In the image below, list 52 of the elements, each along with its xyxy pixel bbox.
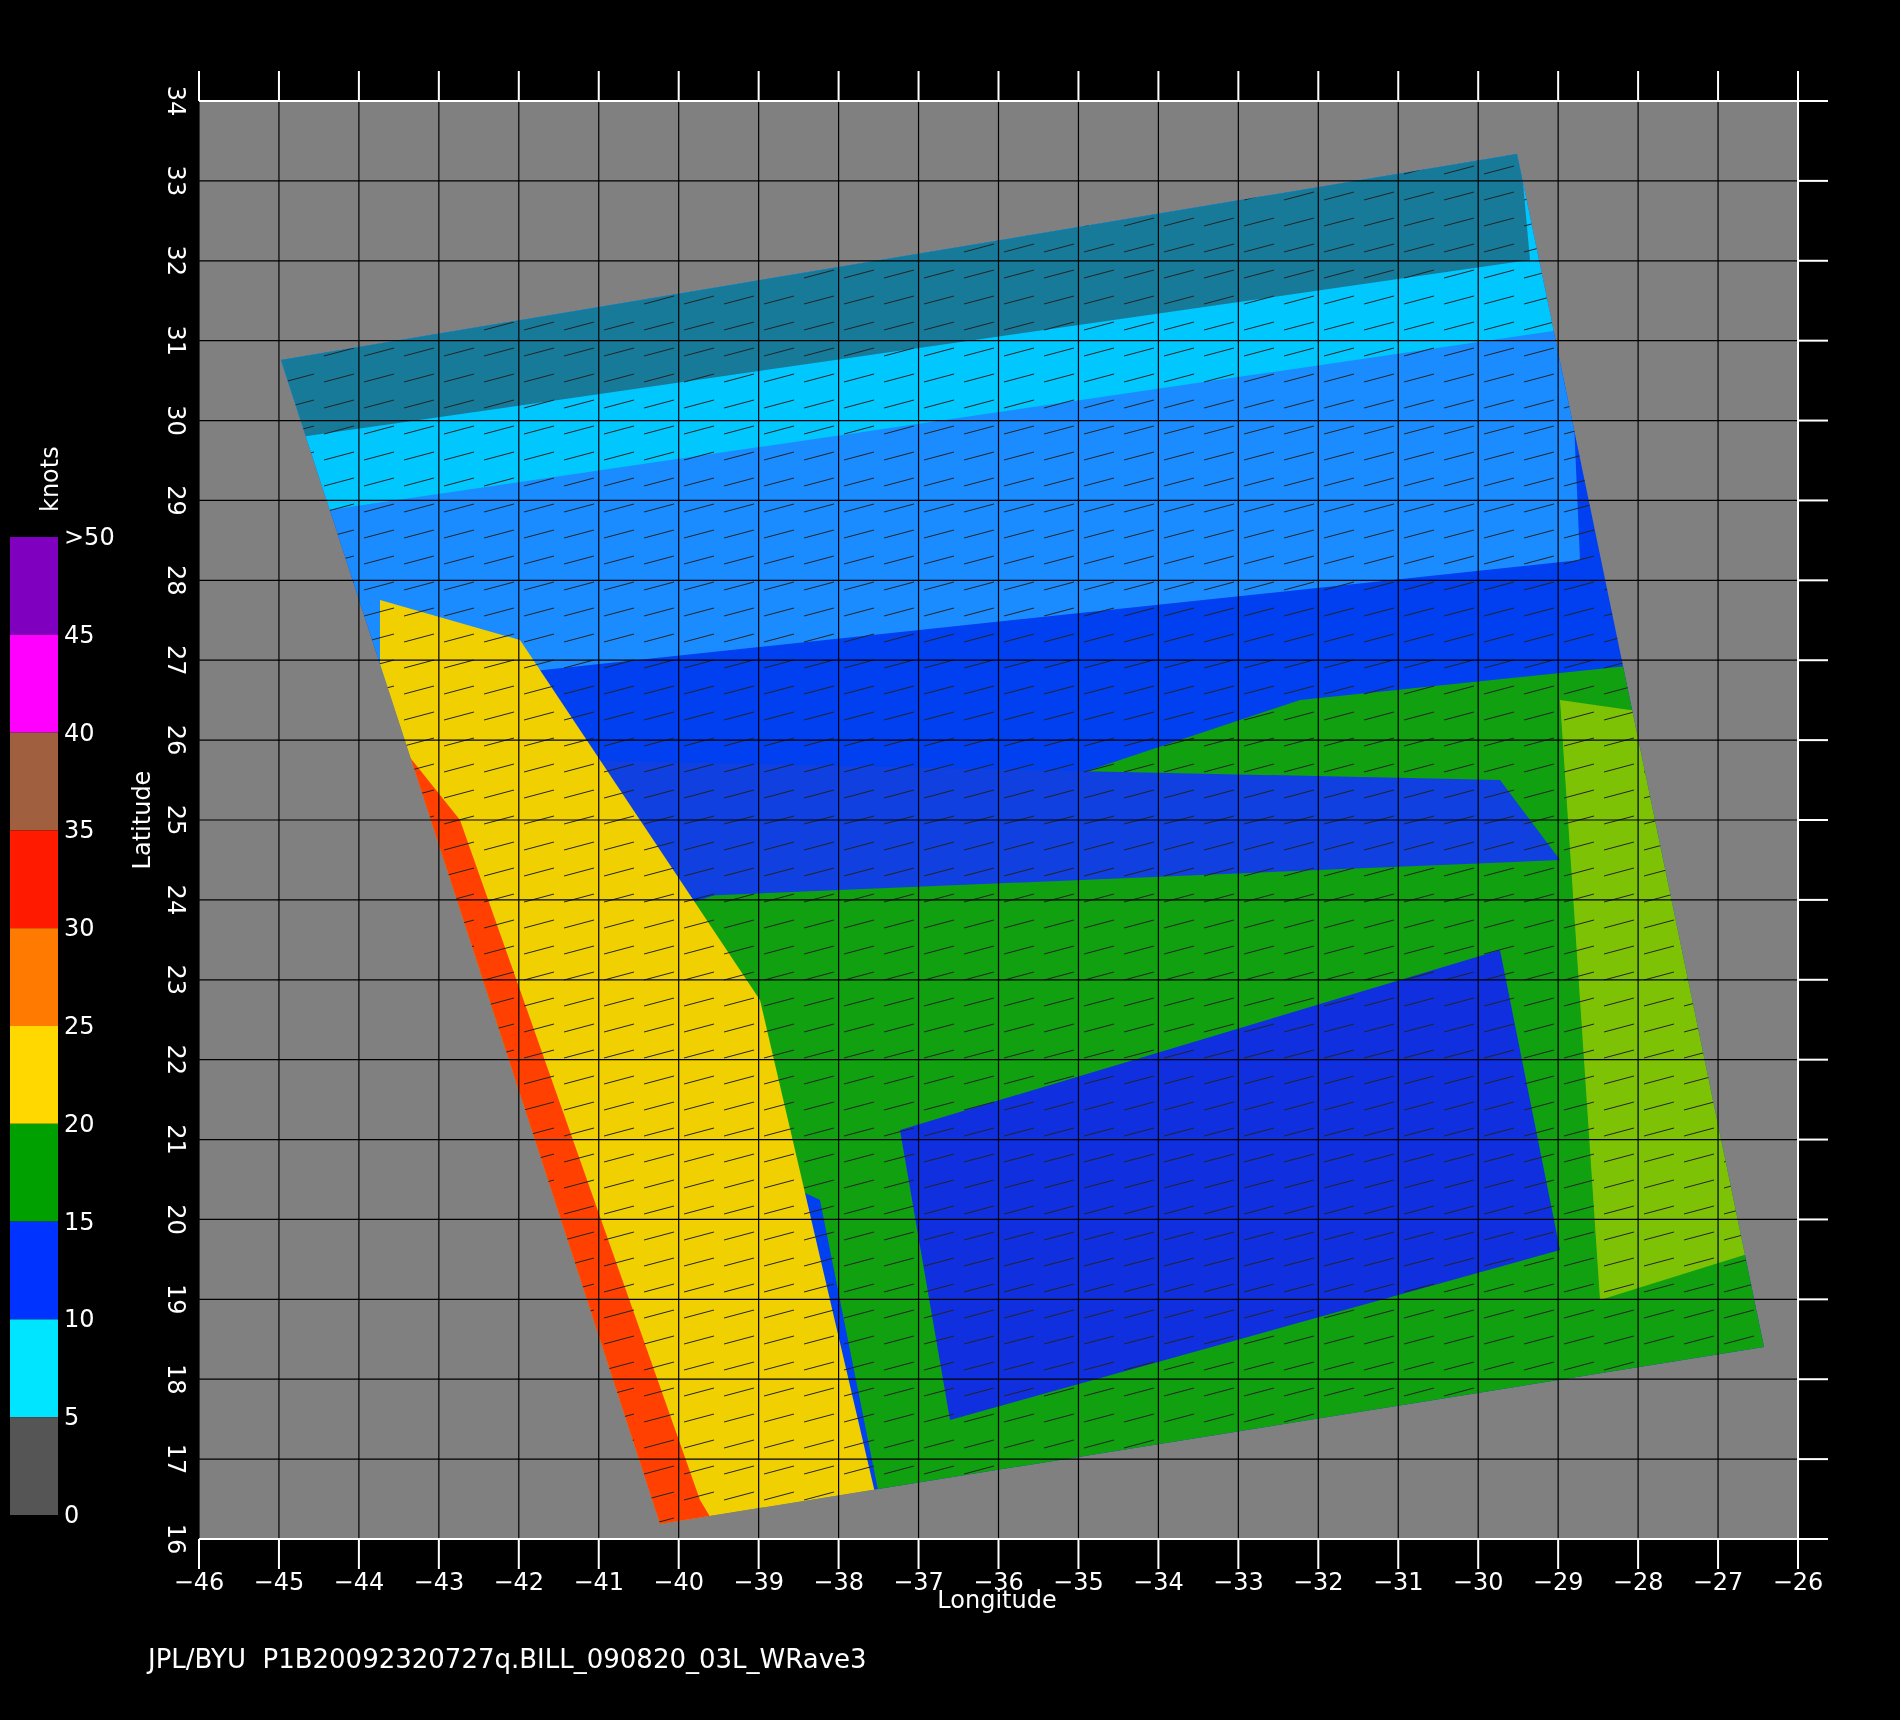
y-tick-label: 19 [162, 1284, 190, 1315]
scale-label: 0 [64, 1501, 80, 1529]
y-axis-title: Latitude [128, 770, 156, 870]
y-tick-label: 29 [162, 485, 190, 516]
x-tick-label: −45 [253, 1568, 305, 1596]
x-tick-label: −29 [1532, 1568, 1584, 1596]
x-tick-label: −35 [1053, 1568, 1104, 1596]
scale-label: >50 [64, 523, 115, 551]
scale-unit: knots [36, 446, 64, 512]
scale-label: 25 [64, 1012, 95, 1040]
scale-label: 30 [64, 914, 95, 943]
x-tick-label: −32 [1292, 1568, 1344, 1596]
y-tick-label: 34 [162, 85, 190, 117]
y-tick-label: 31 [162, 325, 190, 356]
x-tick-label: −27 [1692, 1568, 1744, 1596]
x-tick-label: −38 [813, 1568, 864, 1596]
y-tick-label: 30 [162, 405, 190, 436]
y-tick-label: 17 [162, 1443, 190, 1475]
x-tick-label: −43 [413, 1568, 465, 1596]
y-tick-label: 33 [162, 165, 190, 197]
y-tick-label: 26 [162, 724, 190, 756]
x-tick-label: −46 [173, 1568, 225, 1596]
x-tick-label: −34 [1133, 1568, 1184, 1596]
scale-label: 40 [64, 718, 95, 747]
x-tick-label: −28 [1612, 1568, 1664, 1596]
x-tick-label: −40 [653, 1568, 705, 1596]
x-tick-label: −39 [733, 1568, 784, 1596]
x-tick-label: −33 [1213, 1568, 1264, 1596]
caption: JPL/BYU P1B20092320727q.BILL_090820_03L_WRave3 [148, 1644, 867, 1674]
y-tick-label: 23 [162, 964, 190, 996]
y-tick-label: 16 [162, 1523, 190, 1555]
scale-label: 35 [64, 816, 95, 845]
y-tick-label: 25 [162, 804, 190, 836]
y-tick-label: 20 [162, 1204, 190, 1235]
scale-label: 10 [64, 1305, 95, 1334]
scale-label: 15 [64, 1207, 95, 1236]
y-tick-label: 27 [162, 644, 190, 676]
x-tick-label: −30 [1452, 1568, 1504, 1596]
scale-label: 20 [64, 1109, 95, 1138]
scale-label: 45 [64, 620, 95, 649]
scale-label: 5 [64, 1403, 80, 1432]
x-tick-label: −41 [573, 1568, 625, 1596]
y-tick-label: 24 [162, 884, 190, 916]
x-tick-label: −26 [1772, 1568, 1824, 1596]
y-tick-label: 18 [162, 1363, 190, 1395]
y-tick-label: 21 [162, 1124, 190, 1155]
y-tick-label: 28 [162, 565, 190, 596]
x-tick-label: −44 [333, 1568, 385, 1596]
x-tick-label: −31 [1372, 1568, 1424, 1596]
x-tick-label: −42 [493, 1568, 545, 1596]
y-tick-label: 22 [162, 1044, 190, 1075]
y-tick-label: 32 [162, 245, 190, 277]
